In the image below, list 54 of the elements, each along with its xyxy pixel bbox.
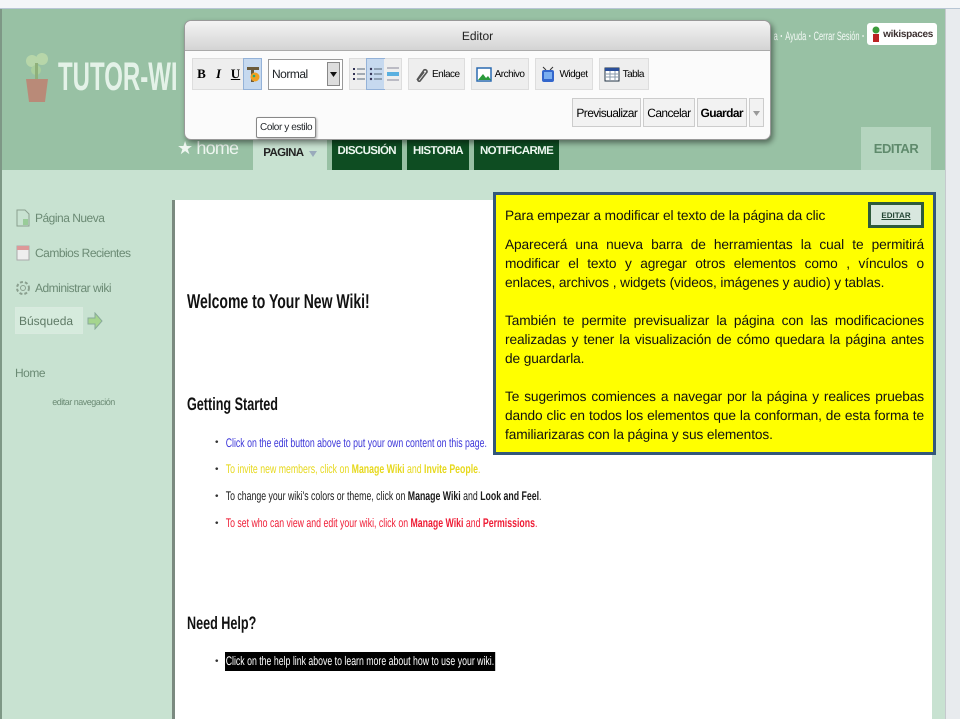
table-icon [604, 66, 620, 82]
monitor-icon [540, 66, 556, 82]
list-item-text: Click on the help link above to learn more about how to use your wiki. [224, 652, 494, 671]
tooltip: Color y estilo [256, 117, 316, 138]
caret-icon [308, 151, 317, 157]
list-item-text: To change your wiki's colors or theme, click on Manage Wiki and Look and Feel. [224, 488, 542, 506]
format-button[interactable] [244, 59, 261, 89]
separator-dot: · [780, 28, 782, 45]
callout-text: Para empezar a modificar el texto de la página da clic [505, 206, 826, 224]
calendar-icon [15, 244, 31, 262]
scrollbar[interactable] [945, 9, 960, 719]
editor-action-button[interactable]: Guardar [696, 98, 747, 127]
horizontal-rule-icon [386, 66, 400, 82]
caret-icon [753, 110, 760, 116]
separator-dot: · [808, 28, 811, 45]
callout-paragraph: Te sugerimos comiences a navegar por la página y realices pruebas dando clic en todos los elementos que la conforman, de esta forma te familiarizaras con la página y sus elementos. [505, 388, 924, 444]
callout-paragraph: También te permite previsualizar la página con las modificaciones realizadas y tener la visualización de cómo quedara la página antes de guardarla. [505, 312, 924, 368]
edit-button[interactable]: EDITAR [868, 202, 924, 228]
section-heading: Getting Started [187, 394, 278, 416]
editor-action-button[interactable]: Previsualizar [572, 98, 642, 127]
site-title: TUTOR-WI [58, 54, 178, 101]
list-item-text: Click on the edit button above to put your own content on this page. [224, 434, 488, 452]
list-item-text: To invite new members, click on Manage Wiki and Invite People. [224, 461, 481, 478]
callout-paragraph: Aparecerá una nueva barra de herramientas la cual te permitirá modificar el texto y agregar otros elementos como , vínculos o enlaces, archivos , widgets (videos, imágenes y audio) y tablas. [505, 236, 924, 292]
arrow-icon [87, 312, 103, 330]
bullet: • [215, 655, 219, 670]
bullet: • [215, 463, 219, 478]
image-icon [476, 66, 492, 82]
search-field[interactable]: Búsqueda [15, 307, 83, 334]
separator-dot: · [862, 28, 864, 45]
insert-button[interactable]: Widget [535, 58, 593, 90]
page-heading: Welcome to Your New Wiki! [187, 290, 370, 314]
wikispaces-logo[interactable]: wikispaces [867, 23, 937, 45]
bullet: • [215, 490, 219, 504]
section-heading: Need Help? [187, 612, 256, 634]
plant-icon [871, 26, 882, 42]
insert-button[interactable]: Enlace [408, 58, 465, 90]
page-icon [15, 208, 31, 226]
bulleted-list-icon [368, 66, 382, 82]
caret-icon [330, 72, 337, 76]
list-item-text: To set who can view and edit your wiki, click on Manage Wiki and Permissions. [224, 514, 538, 532]
palette-icon [246, 65, 260, 83]
insert-button[interactable]: Tabla [598, 58, 649, 90]
style-dropdown[interactable]: Normal [268, 58, 343, 90]
dropdown-button[interactable] [749, 98, 764, 127]
insert-button[interactable]: Archivo [470, 58, 530, 90]
bullet: • [215, 436, 219, 450]
search-button[interactable] [87, 312, 103, 330]
settings-icon [15, 278, 31, 296]
editor-action-button[interactable]: Cancelar [643, 98, 695, 127]
list-button[interactable] [367, 59, 384, 89]
bullet: • [215, 516, 219, 531]
numbered-list-icon [352, 66, 366, 82]
editor-title-bar: Editor [185, 21, 770, 51]
